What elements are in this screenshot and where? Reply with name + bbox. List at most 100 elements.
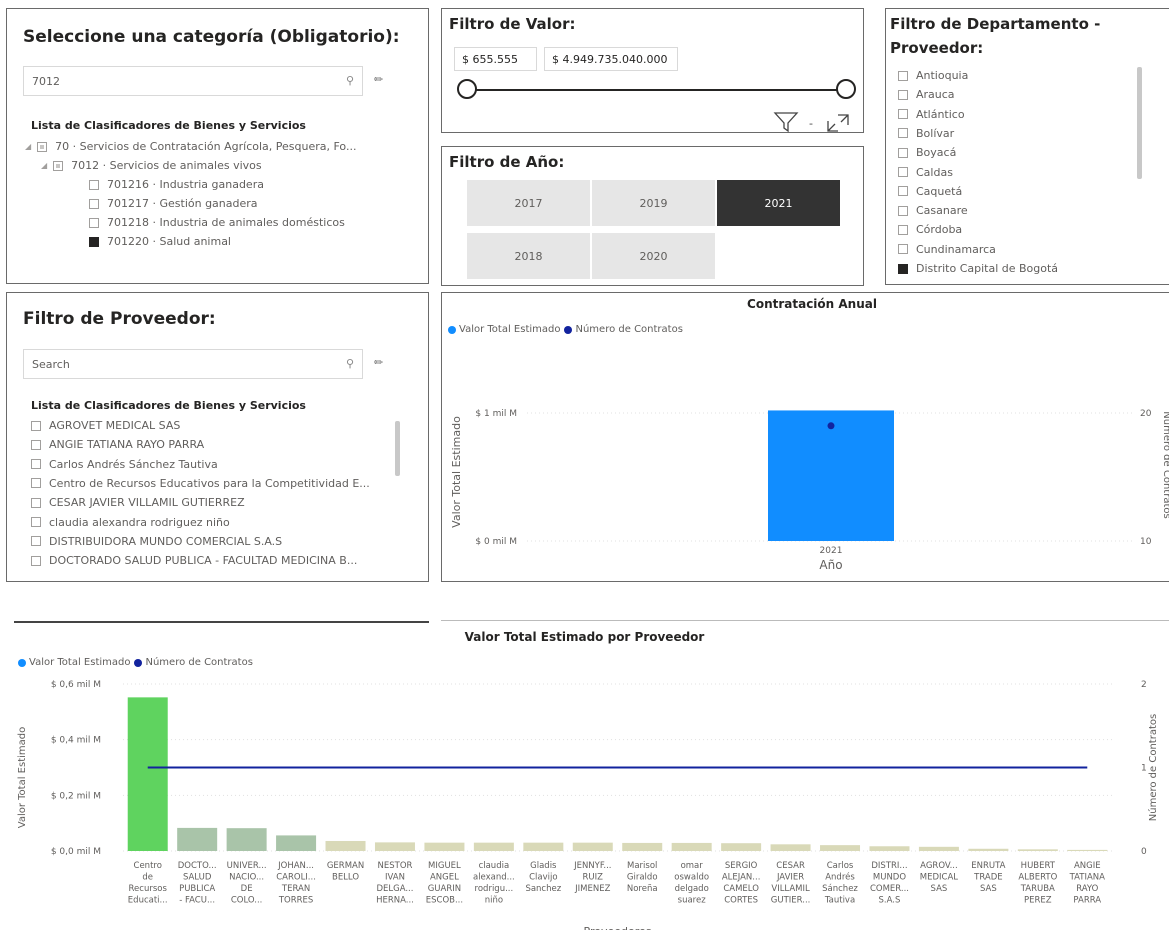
bar-proveedor[interactable] — [918, 846, 959, 851]
categoria-item[interactable]: 701216 · Industria ganadera — [89, 178, 264, 191]
year-button-2020[interactable]: 2020 — [592, 233, 715, 279]
departamento-item[interactable]: Boyacá — [898, 146, 956, 159]
checkbox[interactable] — [898, 244, 908, 255]
checkbox[interactable] — [898, 263, 908, 274]
year-button-2019[interactable]: 2019 — [592, 180, 715, 226]
checkbox[interactable] — [898, 89, 908, 100]
bar-proveedor[interactable] — [721, 843, 762, 851]
x-tick-label: GERMAN — [327, 861, 364, 871]
valor-slider-track[interactable] — [468, 89, 846, 91]
bar-proveedor[interactable] — [869, 846, 910, 851]
checkbox[interactable] — [37, 141, 48, 152]
checkbox[interactable] — [31, 478, 41, 489]
proveedor-item[interactable]: Carlos Andrés Sánchez Tautiva — [31, 458, 218, 471]
categoria-item[interactable]: ◢ 70 · Servicios de Contratación Agrícola… — [25, 140, 356, 153]
proveedor-scrollbar[interactable] — [395, 421, 400, 476]
bar-proveedor[interactable] — [1067, 849, 1108, 851]
checkbox[interactable] — [898, 147, 908, 158]
departamento-item[interactable]: Bolívar — [898, 127, 954, 140]
valor-min-input[interactable]: $ 655.555 — [454, 47, 537, 71]
checkbox[interactable] — [898, 70, 908, 81]
x-tick-label: - FACU... — [179, 896, 215, 906]
bar-proveedor[interactable] — [671, 842, 712, 851]
checkbox[interactable] — [31, 536, 41, 547]
bar-proveedor[interactable] — [177, 827, 218, 851]
checkbox[interactable] — [898, 224, 908, 235]
bar-proveedor[interactable] — [325, 840, 366, 851]
bar-proveedor[interactable] — [968, 848, 1009, 851]
focus-mode-icon[interactable] — [826, 113, 850, 133]
checkbox[interactable] — [89, 236, 99, 247]
departamento-item[interactable]: Cundinamarca — [898, 243, 996, 256]
bar-proveedor[interactable] — [572, 842, 613, 851]
checkbox[interactable] — [31, 420, 41, 431]
checkbox[interactable] — [89, 179, 99, 190]
departamento-scrollbar[interactable] — [1137, 67, 1142, 179]
departamento-item[interactable]: Distrito Capital de Bogotá — [898, 262, 1058, 275]
departamento-item[interactable]: Arauca — [898, 88, 955, 101]
checkbox[interactable] — [898, 167, 908, 177]
y-tick-label: $ 0,2 mil M — [51, 791, 101, 801]
categoria-item-label: 70 · Servicios de Contratación Agrícola,… — [55, 140, 357, 153]
checkbox[interactable] — [31, 517, 41, 527]
checkbox[interactable] — [31, 497, 41, 508]
valor-slider-max-handle[interactable] — [836, 79, 856, 99]
proveedor-item[interactable]: AGROVET MEDICAL SAS — [31, 419, 180, 432]
proveedor-item[interactable]: Centro de Recursos Educativos para la Co… — [31, 477, 370, 490]
valor-max-input[interactable]: $ 4.949.735.040.000 — [544, 47, 678, 71]
bar-proveedor[interactable] — [127, 697, 168, 851]
checkbox[interactable] — [898, 128, 908, 139]
y-tick-label: $ 0,4 mil M — [51, 736, 101, 746]
departamento-item[interactable]: Córdoba — [898, 223, 962, 236]
proveedor-item-label: AGROVET MEDICAL SAS — [49, 419, 181, 432]
year-button-2018[interactable]: 2018 — [467, 233, 590, 279]
proveedor-item[interactable]: DISTRIBUIDORA MUNDO COMERCIAL S.A.S — [31, 535, 282, 548]
year-button-2017[interactable]: 2017 — [467, 180, 590, 226]
bar-2021[interactable] — [768, 410, 894, 541]
filter-icon[interactable] — [773, 111, 799, 133]
valor-slider-min-handle[interactable] — [457, 79, 477, 99]
bar-proveedor[interactable] — [770, 844, 811, 851]
bar-proveedor[interactable] — [820, 845, 861, 851]
checkbox[interactable] — [31, 439, 41, 450]
proveedor-item[interactable]: claudia alexandra rodriguez niño — [31, 516, 230, 529]
categoria-item[interactable]: ◢ 7012 · Servicios de animales vivos — [41, 159, 262, 172]
departamento-item[interactable]: Caquetá — [898, 185, 962, 198]
bar-proveedor[interactable] — [523, 842, 564, 851]
search-icon[interactable]: ⚲ — [346, 74, 354, 87]
departamento-item[interactable]: Atlántico — [898, 108, 965, 121]
checkbox[interactable] — [31, 459, 41, 470]
proveedor-item[interactable]: ANGIE TATIANA RAYO PARRA — [31, 438, 204, 451]
bar-proveedor[interactable] — [276, 835, 317, 851]
checkbox[interactable] — [89, 217, 99, 228]
bar-proveedor[interactable] — [473, 842, 514, 851]
expand-arrow-icon[interactable]: ◢ — [25, 142, 31, 151]
checkbox[interactable] — [898, 109, 908, 120]
checkbox[interactable] — [898, 186, 908, 197]
contratos-point-2021[interactable] — [827, 422, 835, 430]
bar-proveedor[interactable] — [424, 842, 465, 851]
expand-arrow-icon[interactable]: ◢ — [41, 161, 47, 170]
year-button-2021[interactable]: 2021 — [717, 180, 840, 226]
departamento-item[interactable]: Casanare — [898, 204, 968, 217]
bar-proveedor[interactable] — [622, 842, 663, 851]
bar-proveedor[interactable] — [226, 828, 267, 851]
categoria-item[interactable]: 701217 · Gestión ganadera — [89, 197, 258, 210]
departamento-item[interactable]: Caldas — [898, 166, 953, 179]
departamento-item[interactable]: Antioquia — [898, 69, 968, 82]
bar-proveedor[interactable] — [374, 842, 415, 851]
x-tick-label: HERNA... — [376, 896, 414, 906]
eraser-icon[interactable]: ✏ — [374, 73, 383, 86]
bar-proveedor[interactable] — [1017, 849, 1058, 851]
checkbox[interactable] — [53, 160, 64, 171]
proveedor-item[interactable]: CESAR JAVIER VILLAMIL GUTIERREZ — [31, 496, 245, 509]
categoria-item[interactable]: 701218 · Industria de animales doméstico… — [89, 216, 345, 229]
x-tick-label: RUIZ — [583, 873, 604, 883]
checkbox[interactable] — [89, 198, 99, 209]
categoria-search-input[interactable]: 7012 ⚲ — [23, 66, 363, 96]
checkbox[interactable] — [31, 555, 41, 566]
categoria-item[interactable]: 701220 · Salud animal — [89, 235, 231, 248]
proveedor-item[interactable]: DOCTORADO SALUD PUBLICA - FACULTAD MEDIC… — [31, 554, 357, 567]
checkbox[interactable] — [898, 205, 908, 216]
x-tick-label: Centro — [134, 861, 162, 871]
